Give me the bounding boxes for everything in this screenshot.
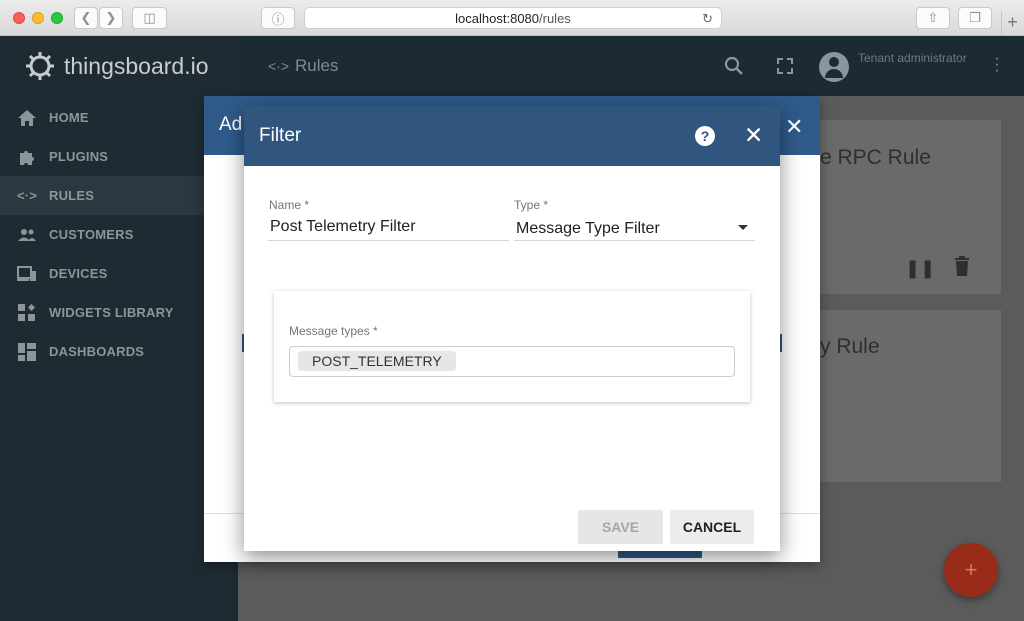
dropdown-arrow-icon[interactable] bbox=[738, 225, 748, 230]
sidebar-item-devices[interactable]: DEVICES bbox=[0, 254, 238, 293]
pause-icon[interactable]: ❚❚ bbox=[905, 258, 935, 279]
window-close-button[interactable] bbox=[13, 12, 25, 24]
reload-icon[interactable]: ↻ bbox=[702, 11, 713, 27]
message-types-card: Message types * POST_TELEMETRY bbox=[274, 291, 750, 402]
chevron-right-icon: ❯ bbox=[105, 10, 117, 25]
message-types-label: Message types * bbox=[289, 324, 378, 338]
page-title: <·> Rules bbox=[268, 56, 338, 76]
sidebar-item-label: PLUGINS bbox=[49, 149, 109, 164]
sidebar-item-dashboards[interactable]: DASHBOARDS bbox=[0, 332, 238, 371]
browser-toolbar: ❮ ❯ ◫ ⓘ localhost:8080/rules ↻ ⇧ ❐ + bbox=[0, 0, 1024, 36]
message-type-chip[interactable]: POST_TELEMETRY bbox=[298, 351, 456, 371]
puzzle-icon bbox=[17, 147, 37, 167]
sidebar-item-rules[interactable]: <·> RULES bbox=[0, 176, 238, 215]
close-icon[interactable]: ✕ bbox=[785, 114, 803, 140]
fullscreen-icon[interactable] bbox=[775, 56, 795, 76]
devices-icon bbox=[17, 264, 37, 284]
people-icon bbox=[17, 225, 37, 245]
share-icon: ⇧ bbox=[927, 10, 939, 25]
filter-dialog-title: Filter bbox=[259, 125, 302, 146]
sidebar-item-label: HOME bbox=[49, 110, 89, 125]
share-button[interactable]: ⇧ bbox=[916, 7, 950, 29]
url-host: localhost:8080 bbox=[455, 10, 540, 26]
sidebar-item-label: CUSTOMERS bbox=[49, 227, 134, 242]
rule-card-title: y Rule bbox=[820, 335, 880, 358]
user-avatar[interactable] bbox=[819, 52, 849, 82]
sidebar-item-plugins[interactable]: PLUGINS bbox=[0, 137, 238, 176]
app-logo[interactable]: thingsboard.io bbox=[24, 50, 209, 82]
type-label: Type * bbox=[514, 198, 549, 212]
sidebar-item-widgets-library[interactable]: WIDGETS LIBRARY bbox=[0, 293, 238, 332]
window-minimize-button[interactable] bbox=[32, 12, 44, 24]
widgets-icon bbox=[17, 303, 37, 323]
sidebar-item-label: WIDGETS LIBRARY bbox=[49, 305, 174, 320]
sidebar-icon: ◫ bbox=[143, 10, 156, 25]
save-button[interactable]: SAVE bbox=[578, 510, 663, 544]
page-title-text: Rules bbox=[295, 56, 339, 75]
field-indicator bbox=[780, 334, 782, 352]
home-icon bbox=[17, 108, 37, 128]
type-underline bbox=[514, 240, 755, 241]
sidebar-item-customers[interactable]: CUSTOMERS bbox=[0, 215, 238, 254]
name-underline bbox=[268, 240, 509, 241]
logo-text: thingsboard.io bbox=[64, 52, 209, 79]
url-path: /rules bbox=[539, 10, 571, 26]
chevron-left-icon: ❮ bbox=[80, 10, 92, 25]
filter-dialog: Filter ? ✕ Name * Post Telemetry Filter … bbox=[244, 106, 780, 551]
shield-icon: ⓘ bbox=[271, 11, 285, 27]
thingsboard-logo-icon bbox=[26, 52, 54, 80]
code-arrows-icon: <·> bbox=[268, 58, 290, 74]
add-button[interactable] bbox=[618, 550, 702, 558]
more-vert-icon[interactable]: · · · bbox=[993, 51, 1001, 79]
name-input[interactable]: Post Telemetry Filter bbox=[270, 218, 416, 236]
sidebar-toggle-button[interactable]: ◫ bbox=[132, 7, 167, 29]
search-icon[interactable] bbox=[724, 56, 744, 76]
rule-card-title: e RPC Rule bbox=[820, 146, 931, 169]
tabs-overview-button[interactable]: ❐ bbox=[958, 7, 992, 29]
plus-icon: + bbox=[964, 557, 978, 582]
name-label: Name * bbox=[269, 198, 310, 212]
add-rule-fab[interactable]: + bbox=[944, 543, 998, 597]
sidebar-item-label: DEVICES bbox=[49, 266, 108, 281]
back-button[interactable]: ❮ bbox=[74, 7, 98, 29]
app-header bbox=[238, 36, 1024, 96]
message-types-chips-input[interactable]: POST_TELEMETRY bbox=[289, 346, 735, 377]
new-tab-button[interactable]: + bbox=[1001, 12, 1023, 36]
type-select[interactable]: Message Type Filter bbox=[516, 220, 660, 238]
sidebar-item-label: RULES bbox=[49, 188, 95, 203]
dashboard-icon bbox=[17, 342, 37, 362]
sidebar-item-home[interactable]: HOME bbox=[0, 98, 238, 137]
window-zoom-button[interactable] bbox=[51, 12, 63, 24]
tabs-icon: ❐ bbox=[969, 10, 981, 25]
address-bar[interactable]: localhost:8080/rules ↻ bbox=[304, 7, 722, 29]
delete-icon[interactable] bbox=[954, 256, 970, 281]
sidebar-item-label: DASHBOARDS bbox=[49, 344, 145, 359]
forward-button[interactable]: ❯ bbox=[99, 7, 123, 29]
cancel-button[interactable]: CANCEL bbox=[670, 510, 754, 544]
user-role[interactable]: Tenant administrator bbox=[858, 51, 967, 65]
add-rule-dialog-title: Ad bbox=[219, 114, 243, 135]
privacy-report-button[interactable]: ⓘ bbox=[261, 7, 295, 29]
code-arrows-icon: <·> bbox=[16, 188, 38, 203]
close-icon[interactable]: ✕ bbox=[744, 124, 763, 147]
help-icon[interactable]: ? bbox=[695, 126, 715, 146]
